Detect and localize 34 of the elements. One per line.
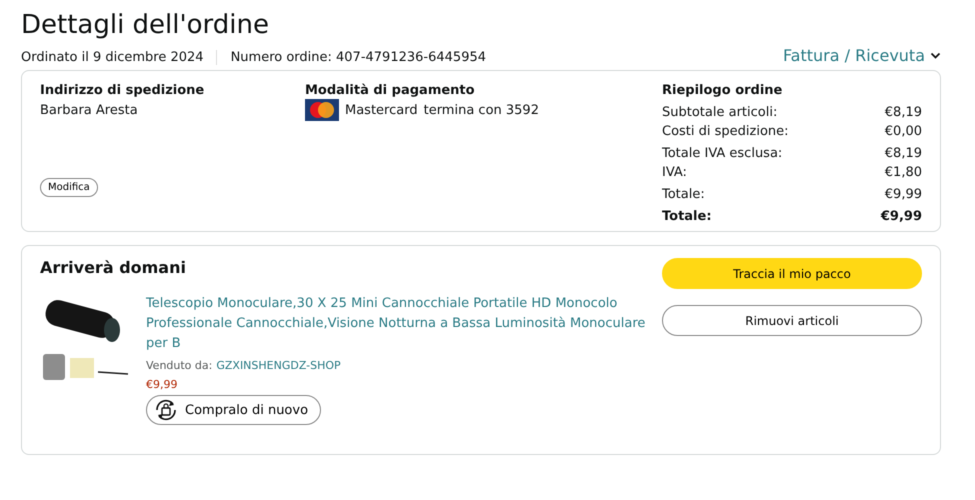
summary-label: Totale:	[662, 186, 705, 204]
chevron-down-icon	[930, 52, 941, 60]
summary-label: Subtotale articoli:	[662, 104, 778, 122]
invoice-link[interactable]: Fattura / Ricevuta	[782, 46, 941, 65]
section-heading: Modalità di pagamento	[305, 83, 476, 98]
summary-value: €1,80	[884, 164, 922, 182]
product-title-link[interactable]: Telescopio Monoculare,30 X 25 Mini Cannocchiale Portatile HD Monocolo Professionale Cannocchiale,Visione Notturna a Bassa Luminosità Monoculare per B	[146, 294, 646, 354]
summary-value: €8,19	[884, 104, 922, 122]
section-heading: Riepilogo ordine	[662, 83, 784, 98]
recipient-name: Barbara Aresta	[40, 103, 139, 118]
remove-items-button[interactable]: Rimuovi articoli	[662, 305, 922, 336]
card-name: Mastercard	[345, 102, 418, 118]
buy-again-button[interactable]: Compralo di nuovo	[146, 395, 322, 425]
buy-again-icon	[153, 399, 179, 421]
section-heading: Indirizzo di spedizione	[40, 83, 206, 98]
summary-value: €9,99	[884, 186, 922, 204]
item-price: €9,99	[146, 378, 178, 391]
delivery-heading: Arriverà domani	[40, 258, 187, 277]
track-package-button[interactable]: Traccia il mio pacco	[662, 258, 922, 289]
card-ending: termina con 3592	[424, 102, 539, 118]
edit-button[interactable]: Modifica	[40, 178, 98, 197]
sold-by-label: Venduto da:	[146, 359, 212, 372]
summary-label: Totale:	[662, 208, 712, 226]
card-logo-icon	[305, 99, 339, 121]
page-title: Dettagli dell'ordine	[21, 9, 270, 42]
summary-value: €0,00	[884, 123, 922, 141]
summary-value: €9,99	[880, 208, 922, 226]
seller-link[interactable]: GZXINSHENGDZ-SHOP	[216, 359, 341, 372]
order-number: Numero ordine: 407-4791236-6445954	[230, 50, 486, 65]
summary-label: Totale IVA esclusa:	[662, 145, 782, 163]
summary-label: Costi di spedizione:	[662, 123, 789, 141]
summary-value: €8,19	[884, 145, 922, 163]
summary-label: IVA:	[662, 164, 687, 182]
order-date: Ordinato il 9 dicembre 2024	[21, 50, 217, 65]
